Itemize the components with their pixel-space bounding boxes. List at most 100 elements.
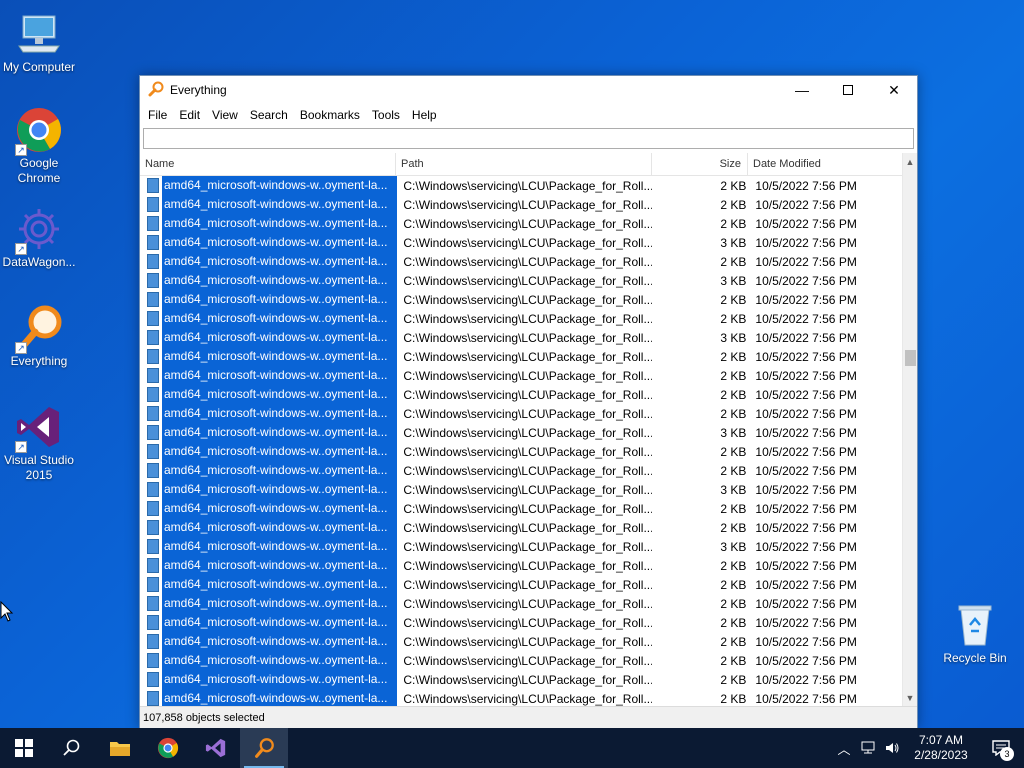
menu-view[interactable]: View (206, 108, 244, 122)
menu-bar: File Edit View Search Bookmarks Tools He… (140, 104, 917, 126)
cell-size: 2 KB (720, 406, 747, 421)
file-icon (147, 539, 159, 554)
shortcut-arrow-icon: ↗ (15, 342, 27, 354)
column-header-date[interactable]: Date Modified (748, 153, 902, 175)
desktop-icon-label: My Computer (2, 60, 76, 74)
table-row[interactable]: amd64_microsoft-windows-w..oyment-la... C… (140, 689, 902, 706)
cell-date: 10/5/2022 7:56 PM (755, 634, 857, 649)
desktop-icon-my-computer[interactable]: My Computer (1, 10, 77, 75)
taskbar-everything[interactable] (240, 728, 288, 768)
cell-date: 10/5/2022 7:56 PM (755, 577, 857, 592)
table-row[interactable]: amd64_microsoft-windows-w..oyment-la... C… (140, 195, 902, 214)
table-row[interactable]: amd64_microsoft-windows-w..oyment-la... C… (140, 632, 902, 651)
menu-tools[interactable]: Tools (366, 108, 406, 122)
close-button[interactable]: ✕ (871, 76, 917, 104)
title-bar[interactable]: Everything — ✕ (140, 76, 917, 104)
cell-name: amd64_microsoft-windows-w..oyment-la... (162, 195, 398, 214)
taskbar-chrome[interactable] (144, 728, 192, 768)
file-icon (147, 558, 159, 573)
chrome-icon (157, 737, 179, 759)
table-row[interactable]: amd64_microsoft-windows-w..oyment-la... C… (140, 518, 902, 537)
desktop-icon-datawagon[interactable]: ↗ DataWagon... (1, 205, 77, 270)
cell-name: amd64_microsoft-windows-w..oyment-la... (162, 613, 398, 632)
table-row[interactable]: amd64_microsoft-windows-w..oyment-la... C… (140, 442, 902, 461)
menu-edit[interactable]: Edit (173, 108, 206, 122)
cell-size: 2 KB (720, 178, 747, 193)
maximize-button[interactable] (825, 76, 871, 104)
scroll-up-icon[interactable]: ▲ (903, 153, 917, 170)
table-row[interactable]: amd64_microsoft-windows-w..oyment-la... C… (140, 347, 902, 366)
table-row[interactable]: amd64_microsoft-windows-w..oyment-la... C… (140, 537, 902, 556)
cell-date: 10/5/2022 7:56 PM (755, 235, 857, 250)
menu-help[interactable]: Help (406, 108, 443, 122)
search-button[interactable] (48, 728, 96, 768)
table-row[interactable]: amd64_microsoft-windows-w..oyment-la... C… (140, 613, 902, 632)
shortcut-arrow-icon: ↗ (15, 243, 27, 255)
cell-size: 2 KB (720, 520, 747, 535)
column-header-name[interactable]: Name (140, 153, 396, 175)
table-row[interactable]: amd64_microsoft-windows-w..oyment-la... C… (140, 328, 902, 347)
table-row[interactable]: amd64_microsoft-windows-w..oyment-la... C… (140, 594, 902, 613)
cell-size: 3 KB (720, 235, 747, 250)
desktop-icon-label: Recycle Bin (943, 651, 1007, 665)
table-row[interactable]: amd64_microsoft-windows-w..oyment-la... C… (140, 366, 902, 385)
cell-size: 2 KB (720, 387, 747, 402)
column-header-size[interactable]: Size (652, 153, 748, 175)
desktop-icon-google-chrome[interactable]: ↗ Google Chrome (1, 106, 77, 186)
file-icon (147, 197, 159, 212)
table-row[interactable]: amd64_microsoft-windows-w..oyment-la... C… (140, 651, 902, 670)
table-row[interactable]: amd64_microsoft-windows-w..oyment-la... C… (140, 214, 902, 233)
scroll-thumb[interactable] (905, 350, 916, 366)
start-button[interactable] (0, 728, 48, 768)
table-row[interactable]: amd64_microsoft-windows-w..oyment-la... C… (140, 499, 902, 518)
cell-size: 2 KB (720, 368, 747, 383)
file-icon (147, 368, 159, 383)
table-row[interactable]: amd64_microsoft-windows-w..oyment-la... C… (140, 423, 902, 442)
scroll-down-icon[interactable]: ▼ (903, 689, 917, 706)
cell-date: 10/5/2022 7:56 PM (755, 691, 857, 706)
table-row[interactable]: amd64_microsoft-windows-w..oyment-la... C… (140, 252, 902, 271)
action-center-button[interactable]: 3 (978, 728, 1024, 768)
folder-icon (110, 742, 130, 756)
table-row[interactable]: amd64_microsoft-windows-w..oyment-la... C… (140, 480, 902, 499)
clock[interactable]: 7:07 AM 2/28/2023 (904, 733, 978, 763)
desktop-icon-recycle-bin[interactable]: Recycle Bin (937, 601, 1013, 666)
network-icon[interactable] (856, 741, 880, 755)
everything-window: Everything — ✕ File Edit View Search Boo… (139, 75, 918, 729)
table-row[interactable]: amd64_microsoft-windows-w..oyment-la... C… (140, 670, 902, 689)
taskbar-file-explorer[interactable] (96, 728, 144, 768)
column-header-path[interactable]: Path (396, 153, 652, 175)
cell-path: C:\Windows\servicing\LCU\Package_for_Rol… (403, 330, 652, 345)
cell-name: amd64_microsoft-windows-w..oyment-la... (162, 252, 398, 271)
table-row[interactable]: amd64_microsoft-windows-w..oyment-la... C… (140, 575, 902, 594)
desktop-icon-visual-studio[interactable]: ↗ Visual Studio 2015 (1, 403, 77, 483)
table-row[interactable]: amd64_microsoft-windows-w..oyment-la... C… (140, 271, 902, 290)
table-row[interactable]: amd64_microsoft-windows-w..oyment-la... C… (140, 233, 902, 252)
menu-file[interactable]: File (142, 108, 173, 122)
magnifier-icon: ↗ (15, 304, 63, 354)
table-row[interactable]: amd64_microsoft-windows-w..oyment-la... C… (140, 290, 902, 309)
cell-name: amd64_microsoft-windows-w..oyment-la... (162, 442, 398, 461)
table-row[interactable]: amd64_microsoft-windows-w..oyment-la... C… (140, 385, 902, 404)
menu-search[interactable]: Search (244, 108, 294, 122)
taskbar-visual-studio[interactable] (192, 728, 240, 768)
computer-icon (15, 10, 63, 58)
search-input[interactable] (143, 128, 914, 149)
table-row[interactable]: amd64_microsoft-windows-w..oyment-la... C… (140, 309, 902, 328)
cell-name: amd64_microsoft-windows-w..oyment-la... (162, 632, 398, 651)
vertical-scrollbar[interactable]: ▲ ▼ (902, 153, 917, 706)
minimize-button[interactable]: — (779, 76, 825, 104)
table-row[interactable]: amd64_microsoft-windows-w..oyment-la... C… (140, 461, 902, 480)
desktop-icon-everything[interactable]: ↗ Everything (1, 304, 77, 369)
cell-name: amd64_microsoft-windows-w..oyment-la... (162, 461, 398, 480)
table-row[interactable]: amd64_microsoft-windows-w..oyment-la... C… (140, 556, 902, 575)
table-row[interactable]: amd64_microsoft-windows-w..oyment-la... C… (140, 176, 902, 195)
show-hidden-icons-chevron-icon[interactable]: ︿ (832, 739, 856, 758)
cell-date: 10/5/2022 7:56 PM (755, 463, 857, 478)
window-title: Everything (170, 83, 227, 97)
menu-bookmarks[interactable]: Bookmarks (294, 108, 366, 122)
cell-date: 10/5/2022 7:56 PM (755, 368, 857, 383)
table-row[interactable]: amd64_microsoft-windows-w..oyment-la... C… (140, 404, 902, 423)
volume-icon[interactable] (880, 741, 904, 755)
app-icon (148, 81, 164, 100)
